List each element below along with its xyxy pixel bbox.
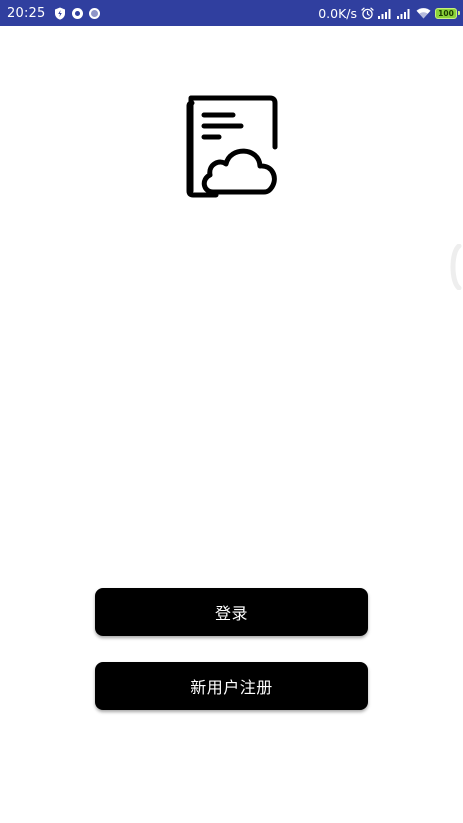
shield-icon [54, 7, 66, 20]
alarm-icon [361, 7, 374, 20]
edge-arc-decoration [447, 243, 463, 291]
status-bar: 20:25 0.0K/s 100 [0, 0, 463, 26]
signal-icon [397, 8, 412, 19]
wifi-icon [416, 7, 431, 19]
login-button[interactable]: 登录 [95, 588, 368, 636]
status-bar-right: 0.0K/s 100 [318, 5, 460, 21]
network-speed: 0.0K/s [318, 5, 357, 21]
register-button[interactable]: 新用户注册 [95, 662, 368, 710]
battery-icon: 100 [435, 7, 460, 19]
signal-icon [378, 8, 393, 19]
notification-dot-icon [89, 7, 101, 19]
status-bar-left: 20:25 [7, 5, 101, 21]
app-screen: 20:25 0.0K/s 100 登录 新用户注册 [0, 0, 463, 823]
notification-dot-icon [72, 7, 84, 19]
battery-level: 100 [438, 8, 454, 18]
status-time: 20:25 [7, 5, 46, 21]
document-cloud-icon [186, 95, 280, 199]
